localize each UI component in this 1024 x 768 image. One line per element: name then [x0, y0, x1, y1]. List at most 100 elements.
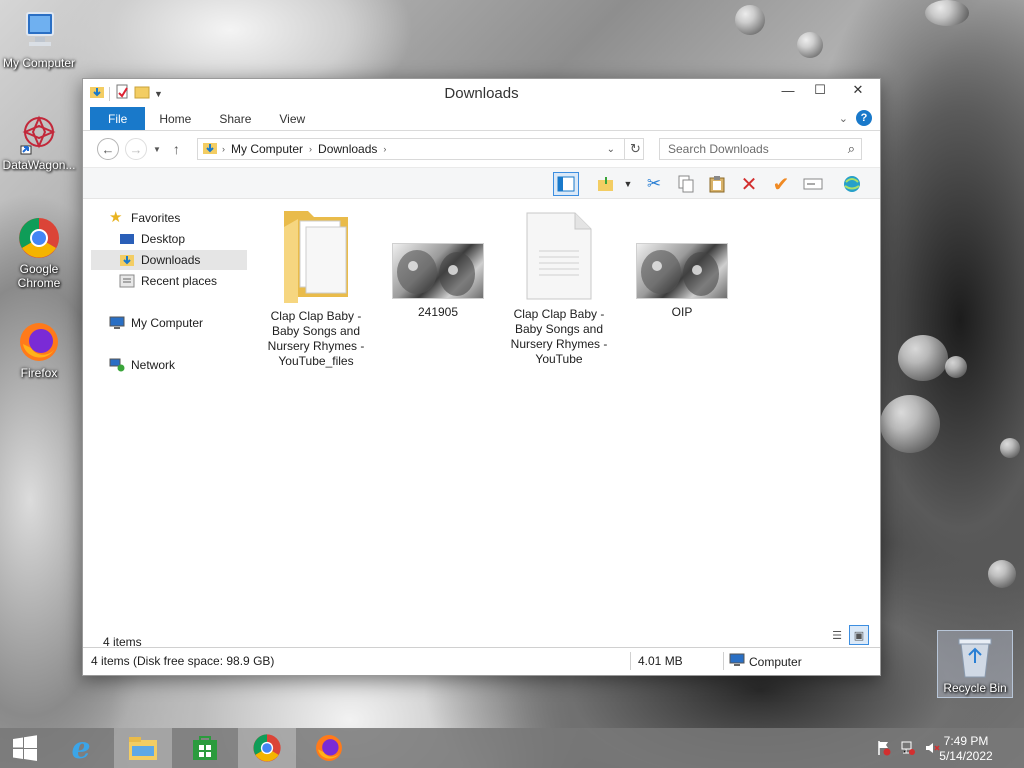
desktop-icon-my-computer[interactable]: My Computer: [1, 10, 77, 70]
desktop-icon: [119, 232, 135, 246]
taskbar-internet-explorer[interactable]: e: [52, 728, 110, 768]
firefox-icon: [316, 735, 342, 761]
computer-icon: [729, 653, 745, 670]
network-status-icon[interactable]: [900, 740, 916, 759]
internet-explorer-icon: e: [71, 730, 91, 766]
nav-label: Favorites: [131, 211, 181, 225]
close-button[interactable]: ✕: [836, 79, 880, 101]
taskbar-file-explorer[interactable]: [114, 728, 172, 768]
folder-icon: [280, 207, 352, 303]
rename-icon[interactable]: [800, 172, 826, 196]
maximize-button[interactable]: ☐: [804, 79, 836, 101]
taskbar-firefox[interactable]: [300, 728, 358, 768]
command-toolbar: ▼ ✂ ✕ ✔: [83, 167, 880, 199]
windows-logo-icon: [13, 735, 37, 761]
cut-icon[interactable]: ✂: [641, 172, 667, 196]
title-bar[interactable]: ▼ Downloads — ☐ ✕: [83, 79, 880, 107]
file-item-image[interactable]: OIP: [632, 243, 732, 320]
file-name: Clap Clap Baby - Baby Songs and Nursery …: [510, 307, 608, 366]
ribbon-tabs: File Home Share View ⌄ ?: [83, 107, 880, 131]
nav-my-computer[interactable]: My Computer: [91, 313, 247, 333]
clock-time: 7:49 PM: [943, 734, 989, 748]
desktop-icon-datawagon[interactable]: DataWagon...: [1, 112, 77, 172]
details-view-button[interactable]: ☰: [827, 625, 847, 645]
recent-places-icon: [119, 274, 135, 288]
copy-icon[interactable]: [673, 172, 699, 196]
globe-icon[interactable]: [839, 172, 865, 196]
desktop-icon-firefox[interactable]: Firefox: [1, 320, 77, 380]
file-item-document[interactable]: Clap Clap Baby - Baby Songs and Nursery …: [509, 211, 609, 367]
nav-recent-places[interactable]: Recent places: [91, 271, 247, 291]
search-icon: ⌕: [847, 141, 855, 156]
paste-icon[interactable]: [704, 172, 730, 196]
explorer-window[interactable]: ▼ Downloads — ☐ ✕ File Home Share View ⌄…: [82, 78, 881, 676]
water-drop: [735, 5, 765, 35]
nav-favorites[interactable]: ★ Favorites: [91, 208, 247, 228]
tab-home[interactable]: Home: [145, 107, 205, 130]
water-drop: [898, 335, 948, 381]
document-icon: [525, 211, 593, 301]
breadcrumb-downloads[interactable]: Downloads: [316, 142, 379, 156]
address-dropdown-icon[interactable]: ⌄: [607, 144, 615, 155]
taskbar-clock[interactable]: 7:49 PM 5/14/2022: [930, 734, 1002, 764]
tab-share[interactable]: Share: [205, 107, 265, 130]
nav-desktop[interactable]: Desktop: [91, 229, 247, 249]
nav-label: Recent places: [141, 274, 218, 288]
nav-network[interactable]: Network: [91, 355, 247, 375]
system-tray: 7:49 PM 5/14/2022: [864, 728, 1024, 768]
nav-downloads[interactable]: Downloads: [91, 250, 247, 270]
desktop-icon-recycle-bin[interactable]: Recycle Bin: [937, 630, 1013, 698]
desktop-icon-label: Google Chrome: [17, 262, 61, 290]
navigation-pane: ★ Favorites Desktop Downloads Recent pla…: [83, 201, 249, 625]
help-icon[interactable]: ?: [856, 110, 872, 126]
chevron-down-icon[interactable]: ▼: [615, 172, 641, 196]
clock-date: 5/14/2022: [939, 749, 993, 763]
file-item-folder[interactable]: Clap Clap Baby - Baby Songs and Nursery …: [266, 207, 366, 369]
checkmark-icon[interactable]: ✔: [768, 172, 794, 196]
recycle-bin-icon: [955, 635, 995, 679]
file-explorer-icon: [129, 737, 157, 760]
breadcrumb-my-computer[interactable]: My Computer: [229, 142, 305, 156]
large-icons-view-button[interactable]: ▣: [849, 625, 869, 645]
up-arrow-icon[interactable]: ↑: [173, 141, 180, 157]
forward-button[interactable]: →: [125, 138, 147, 160]
delete-icon[interactable]: ✕: [736, 172, 762, 196]
preview-pane-button[interactable]: [553, 172, 579, 196]
desktop-icon-label: DataWagon...: [2, 158, 76, 172]
water-drop: [1000, 438, 1020, 458]
desktop-icon-label: My Computer: [2, 56, 76, 70]
chevron-right-icon: ›: [383, 144, 387, 154]
recent-locations-icon[interactable]: ▼: [153, 145, 161, 154]
nav-label: Downloads: [141, 253, 201, 267]
tab-file[interactable]: File: [90, 107, 146, 130]
image-thumbnail: [636, 243, 728, 299]
network-icon: [109, 358, 125, 372]
tab-view[interactable]: View: [265, 107, 319, 130]
minimize-button[interactable]: —: [772, 79, 804, 101]
status-summary: 4 items (Disk free space: 98.9 GB): [91, 654, 275, 668]
address-row: ← → ▼ ↑ › My Computer › Downloads › ⌄ ↻ …: [83, 131, 880, 167]
water-drop: [797, 32, 823, 58]
refresh-button[interactable]: ↻: [624, 138, 646, 160]
desktop-icon-google-chrome[interactable]: Google Chrome: [1, 216, 77, 290]
taskbar-chrome[interactable]: [238, 728, 296, 768]
status-location-label: Computer: [749, 654, 802, 669]
file-name: OIP: [671, 305, 693, 319]
search-placeholder: Search Downloads: [668, 142, 769, 156]
water-drop: [945, 356, 967, 378]
back-button[interactable]: ←: [97, 138, 119, 160]
search-input[interactable]: Search Downloads ⌕: [659, 138, 862, 160]
computer-icon: [109, 316, 125, 330]
start-button[interactable]: [0, 728, 50, 768]
chrome-icon: [17, 216, 61, 260]
file-list[interactable]: Clap Clap Baby - Baby Songs and Nursery …: [253, 201, 881, 625]
water-drop: [925, 0, 969, 26]
window-title: Downloads: [444, 85, 519, 102]
nav-label: Desktop: [141, 232, 186, 246]
file-item-image[interactable]: 241905: [388, 243, 488, 320]
downloads-folder-icon: [202, 141, 218, 158]
action-center-flag-icon[interactable]: [876, 740, 892, 759]
address-bar[interactable]: › My Computer › Downloads › ⌄: [197, 138, 644, 160]
taskbar-store[interactable]: [176, 728, 234, 768]
expand-ribbon-icon[interactable]: ⌄: [839, 112, 848, 125]
